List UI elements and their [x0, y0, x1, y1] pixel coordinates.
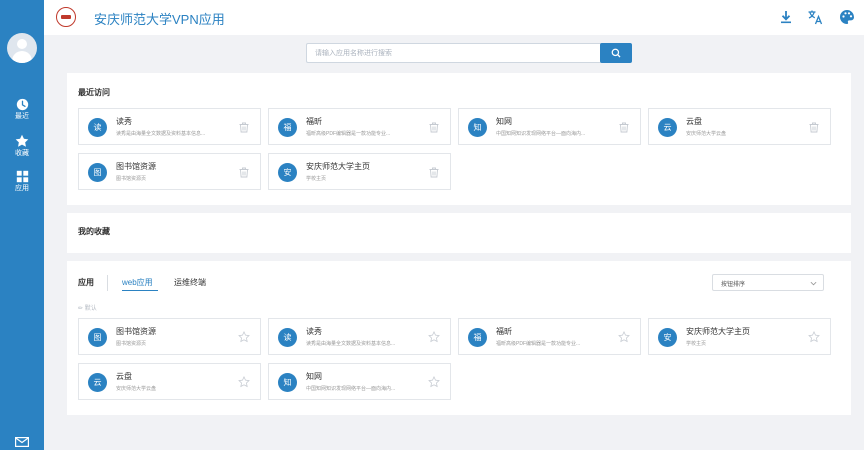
app-icon: 读: [278, 328, 297, 347]
app-name: 安庆师范大学主页: [686, 327, 750, 336]
trash-icon[interactable]: [428, 121, 440, 133]
star-outline-icon[interactable]: [428, 376, 440, 388]
group-label: ✏ 默认: [78, 303, 97, 312]
app-name: 福昕: [306, 117, 322, 126]
group-label-text: 默认: [84, 306, 97, 312]
sidebar: 最近 收藏 应用: [0, 0, 44, 450]
sidebar-item-label: 应用: [15, 185, 29, 192]
app-description: 安庆师范大学云盘: [116, 386, 157, 392]
app-icon: 图: [88, 328, 107, 347]
sidebar-item-apps[interactable]: 应用: [0, 170, 44, 200]
app-description: 安庆师范大学云盘: [686, 131, 727, 137]
tab-divider: [107, 275, 108, 291]
page-title: 安庆师范大学VPN应用: [94, 12, 225, 27]
group-marker-icon: ✏: [78, 306, 85, 312]
sidebar-item-recent[interactable]: 最近: [0, 98, 44, 128]
sidebar-item-label: 收藏: [15, 150, 29, 157]
app-description: 图书馆资源页: [116, 176, 147, 182]
app-name: 知网: [496, 117, 512, 126]
favorites-panel: 我的收藏: [67, 213, 851, 253]
app-name: 知网: [306, 372, 322, 381]
trash-icon[interactable]: [428, 166, 440, 178]
app-name: 读秀: [116, 117, 132, 126]
app-description: 学校主页: [306, 176, 327, 182]
app-card-library[interactable]: 图 图书馆资源 图书馆资源页: [78, 318, 261, 355]
mail-icon[interactable]: [15, 437, 29, 447]
app-card-library[interactable]: 图 图书馆资源 图书馆资源页: [78, 153, 261, 190]
app-description: 中国知网知识发现网络平台—面向海内...: [306, 386, 396, 392]
app-name: 读秀: [306, 327, 322, 336]
header: 安庆师范大学VPN应用: [44, 0, 864, 35]
app-name: 图书馆资源: [116, 162, 156, 171]
star-icon: [15, 134, 29, 147]
app-description: 学校主页: [686, 341, 707, 347]
search-input[interactable]: [306, 43, 602, 63]
search-button[interactable]: [600, 43, 632, 63]
sidebar-item-favorites[interactable]: 收藏: [0, 134, 44, 164]
app-name: 安庆师范大学主页: [306, 162, 370, 171]
sort-select-value: 按钮排序: [721, 282, 746, 288]
app-icon: 云: [658, 118, 677, 137]
star-outline-icon[interactable]: [808, 331, 820, 343]
app-icon: 读: [88, 118, 107, 137]
star-outline-icon[interactable]: [428, 331, 440, 343]
app-card-cloud-disk[interactable]: 云 云盘 安庆师范大学云盘: [648, 108, 831, 145]
app-name: 云盘: [686, 117, 702, 126]
apps-panel: 应用 web应用 运维终端 按钮排序 ✏ 默认 图 图书馆资源 图书馆资源页 读…: [67, 261, 851, 415]
app-icon: 图: [88, 163, 107, 182]
trash-icon[interactable]: [238, 121, 250, 133]
star-outline-icon[interactable]: [618, 331, 630, 343]
search-bar: [306, 43, 632, 63]
avatar[interactable]: [7, 33, 37, 63]
clock-icon: [16, 98, 28, 111]
app-card-foxit[interactable]: 福 福昕 福昕高级PDF编辑器是一款功能专业...: [268, 108, 451, 145]
app-icon: 福: [468, 328, 487, 347]
app-icon: 知: [468, 118, 487, 137]
app-name: 图书馆资源: [116, 327, 156, 336]
app-icon: 知: [278, 373, 297, 392]
app-name: 云盘: [116, 372, 132, 381]
app-card-homepage[interactable]: 安 安庆师范大学主页 学校主页: [268, 153, 451, 190]
download-icon[interactable]: [778, 9, 794, 25]
app-icon: 云: [88, 373, 107, 392]
app-card-cnki[interactable]: 知 知网 中国知网知识发现网络平台—面向海内...: [268, 363, 451, 400]
sidebar-item-label: 最近: [15, 113, 29, 120]
trash-icon[interactable]: [238, 166, 250, 178]
trash-icon[interactable]: [618, 121, 630, 133]
app-card-cloud-disk[interactable]: 云 云盘 安庆师范大学云盘: [78, 363, 261, 400]
palette-icon[interactable]: [839, 9, 855, 25]
app-icon: 安: [658, 328, 677, 347]
app-description: 读秀是由海量全文数据及资料基本信息...: [116, 131, 206, 137]
app-card-duxiu[interactable]: 读 读秀 读秀是由海量全文数据及资料基本信息...: [78, 108, 261, 145]
tab-ops-terminal[interactable]: 运维终端: [174, 277, 206, 288]
active-tab-indicator: [122, 290, 158, 291]
university-logo: [56, 7, 76, 27]
app-description: 福昕高级PDF编辑器是一款功能专业...: [496, 341, 581, 347]
chevron-down-icon: [810, 281, 817, 286]
app-description: 读秀是由海量全文数据及资料基本信息...: [306, 341, 396, 347]
star-outline-icon[interactable]: [238, 376, 250, 388]
trash-icon[interactable]: [808, 121, 820, 133]
favorites-title: 我的收藏: [78, 227, 110, 236]
sort-select[interactable]: 按钮排序: [712, 274, 824, 291]
app-name: 福昕: [496, 327, 512, 336]
app-card-duxiu[interactable]: 读 读秀 读秀是由海量全文数据及资料基本信息...: [268, 318, 451, 355]
app-description: 福昕高级PDF编辑器是一款功能专业...: [306, 131, 391, 137]
tab-web-apps[interactable]: web应用: [122, 277, 153, 288]
star-outline-icon[interactable]: [238, 331, 250, 343]
recent-panel: 最近访问 读 读秀 读秀是由海量全文数据及资料基本信息... 福 福昕 福昕高级…: [67, 73, 851, 205]
translate-icon[interactable]: [807, 9, 823, 25]
app-card-foxit[interactable]: 福 福昕 福昕高级PDF编辑器是一款功能专业...: [458, 318, 641, 355]
search-icon: [611, 48, 621, 58]
app-icon: 福: [278, 118, 297, 137]
apps-title: 应用: [78, 278, 94, 287]
app-description: 图书馆资源页: [116, 341, 147, 347]
app-icon: 安: [278, 163, 297, 182]
recent-title: 最近访问: [78, 88, 110, 97]
grid-icon: [16, 170, 28, 183]
app-card-cnki[interactable]: 知 知网 中国知网知识发现网络平台—面向海内...: [458, 108, 641, 145]
app-description: 中国知网知识发现网络平台—面向海内...: [496, 131, 586, 137]
app-card-homepage[interactable]: 安 安庆师范大学主页 学校主页: [648, 318, 831, 355]
